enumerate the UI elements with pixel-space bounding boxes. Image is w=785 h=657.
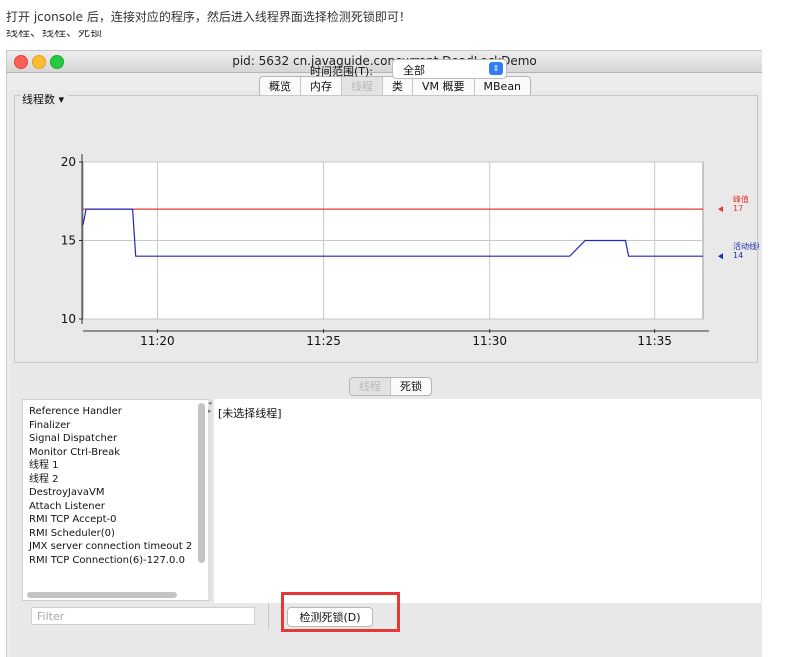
thread-list-horizontal-scrollbar[interactable]	[27, 592, 177, 598]
x-tick-label: 11:30	[472, 334, 507, 348]
series-marker-0	[718, 206, 723, 213]
tab-deadlock[interactable]: 死锁	[391, 378, 431, 395]
tab-mbean[interactable]: MBean	[475, 77, 531, 96]
tab-thread-list[interactable]: 线程	[350, 378, 391, 395]
chart-title[interactable]: 线程数 ▾	[20, 91, 69, 107]
toolbar-separator	[268, 603, 269, 629]
thread-list-item[interactable]: Reference Handler	[23, 405, 209, 419]
tab-memory[interactable]: 内存	[301, 77, 342, 96]
thread-detail-pane: [未选择线程]	[214, 399, 761, 603]
title-bar: pid: 5632 cn.javaguide.concurrent.DeadLo…	[7, 51, 762, 73]
article-caption: 打开 jconsole 后，连接对应的程序，然后进入线程界面选择检测死锁即可！	[6, 10, 411, 24]
series-value-label: 14	[733, 251, 743, 260]
series-name-label: 峰值	[733, 194, 749, 204]
x-tick-label: 11:35	[637, 334, 672, 348]
window-title: pid: 5632 cn.javaguide.concurrent.DeadLo…	[232, 54, 537, 68]
time-range-select[interactable]: 全部 ⇕	[392, 59, 507, 79]
tab-vm-summary[interactable]: VM 概要	[413, 77, 475, 96]
tab-threads[interactable]: 线程	[342, 77, 383, 96]
thread-list-item[interactable]: Monitor Ctrl-Break	[23, 446, 209, 460]
y-tick-label: 15	[61, 234, 76, 248]
time-range-value: 全部	[403, 64, 425, 77]
series-value-label: 17	[733, 204, 743, 213]
thread-count-chart: 10 15 20 11:20 11:25 11:30 11:35 峰值17 活动线程14	[61, 154, 759, 348]
thread-detail-text: [未选择线程]	[218, 407, 282, 420]
thread-list-item[interactable]: 线程 2	[23, 473, 209, 487]
lower-tabs: 线程 死锁	[349, 377, 432, 396]
x-tick-label: 11:20	[140, 334, 175, 348]
y-tick-label: 10	[61, 312, 76, 326]
collapse-right-icon[interactable]: ▸	[208, 407, 212, 415]
series-marker-1	[718, 253, 723, 260]
dropdown-arrow-icon: ⇕	[489, 62, 503, 75]
filter-input[interactable]: Filter	[31, 607, 255, 625]
split-pane-divider[interactable]: ◂ ▸	[208, 399, 212, 599]
thread-list-item[interactable]: RMI TCP Accept-0	[23, 513, 209, 527]
thread-list-item[interactable]: DestroyJavaVM	[23, 486, 209, 500]
x-tick-label: 11:25	[306, 334, 341, 348]
y-tick-label: 20	[61, 155, 76, 169]
thread-list-item[interactable]: Finalizer	[23, 419, 209, 433]
main-tabs: 概览 内存 线程 类 VM 概要 MBean	[259, 76, 532, 97]
series-name-label: 活动线程	[733, 241, 759, 251]
collapse-left-icon[interactable]: ◂	[208, 399, 212, 407]
cropped-text: 线程、线程、死锁	[6, 30, 103, 38]
tab-overview[interactable]: 概览	[260, 77, 301, 96]
thread-list-item[interactable]: Attach Listener	[23, 500, 209, 514]
thread-list-item[interactable]: RMI Scheduler(0)	[23, 527, 209, 541]
thread-list-item[interactable]: RMI TCP Connection(6)-127.0.0	[23, 554, 209, 568]
thread-list-vertical-scrollbar[interactable]	[198, 403, 205, 563]
thread-list[interactable]: Reference Handler Finalizer Signal Dispatc…	[22, 399, 210, 601]
highlight-annotation	[281, 592, 400, 632]
thread-list-item[interactable]: Signal Dispatcher	[23, 432, 209, 446]
time-range-label: 时间范围(T):	[310, 65, 374, 78]
tab-classes[interactable]: 类	[383, 77, 413, 96]
thread-list-item[interactable]: 线程 1	[23, 459, 209, 473]
thread-list-item[interactable]: JMX server connection timeout 2	[23, 540, 209, 554]
